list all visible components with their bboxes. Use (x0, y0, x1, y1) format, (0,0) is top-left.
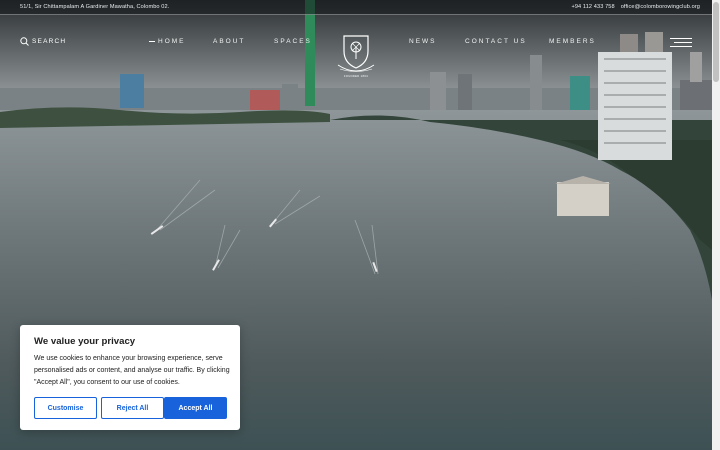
nav-link-news[interactable]: NEWS (409, 38, 437, 45)
cookie-title: We value your privacy (34, 336, 136, 347)
scrollbar-thumb[interactable] (713, 2, 719, 82)
customise-button[interactable]: Customise (34, 397, 97, 419)
nav-link-members[interactable]: MEMBERS (549, 38, 596, 45)
menu-line-icon (670, 46, 692, 47)
cookie-consent-dialog: We value your privacy We use cookies to … (20, 325, 240, 430)
top-info-bar: 51/1, Sir Chittampalam A Gardiner Mawath… (0, 0, 720, 15)
email-link[interactable]: office@colomborowingclub.org (621, 4, 700, 10)
menu-line-icon (670, 38, 692, 39)
accept-all-button[interactable]: Accept All (164, 397, 227, 419)
cookie-description: We use cookies to enhance your browsing … (34, 355, 230, 386)
active-indicator (149, 40, 155, 42)
hamburger-menu-button[interactable] (670, 38, 692, 48)
vertical-scrollbar[interactable] (712, 0, 720, 450)
nav-link-contact-us[interactable]: CONTACT US (465, 38, 527, 45)
search-button[interactable]: SEARCH (20, 37, 66, 46)
nav-link-spaces[interactable]: SPACES (274, 38, 312, 45)
nav-link-home-label: HOME (158, 38, 186, 45)
contact-info: +94 112 433 758 office@colomborowingclub… (571, 4, 700, 10)
search-icon (20, 37, 29, 46)
phone-link[interactable]: +94 112 433 758 (571, 4, 614, 10)
menu-line-icon (674, 42, 692, 43)
main-navigation: SEARCH HOME ABOUT SPACES FOUNDED 1864 NE… (0, 15, 720, 78)
logo-caption: FOUNDED 1864 (343, 75, 369, 78)
reject-all-button[interactable]: Reject All (101, 397, 164, 419)
club-crest-icon (337, 35, 375, 72)
search-label: SEARCH (32, 38, 67, 45)
nav-link-home[interactable]: HOME (149, 38, 186, 45)
club-address: 51/1, Sir Chittampalam A Gardiner Mawath… (20, 4, 170, 10)
club-logo[interactable]: FOUNDED 1864 (336, 33, 376, 81)
nav-link-about[interactable]: ABOUT (213, 38, 245, 45)
